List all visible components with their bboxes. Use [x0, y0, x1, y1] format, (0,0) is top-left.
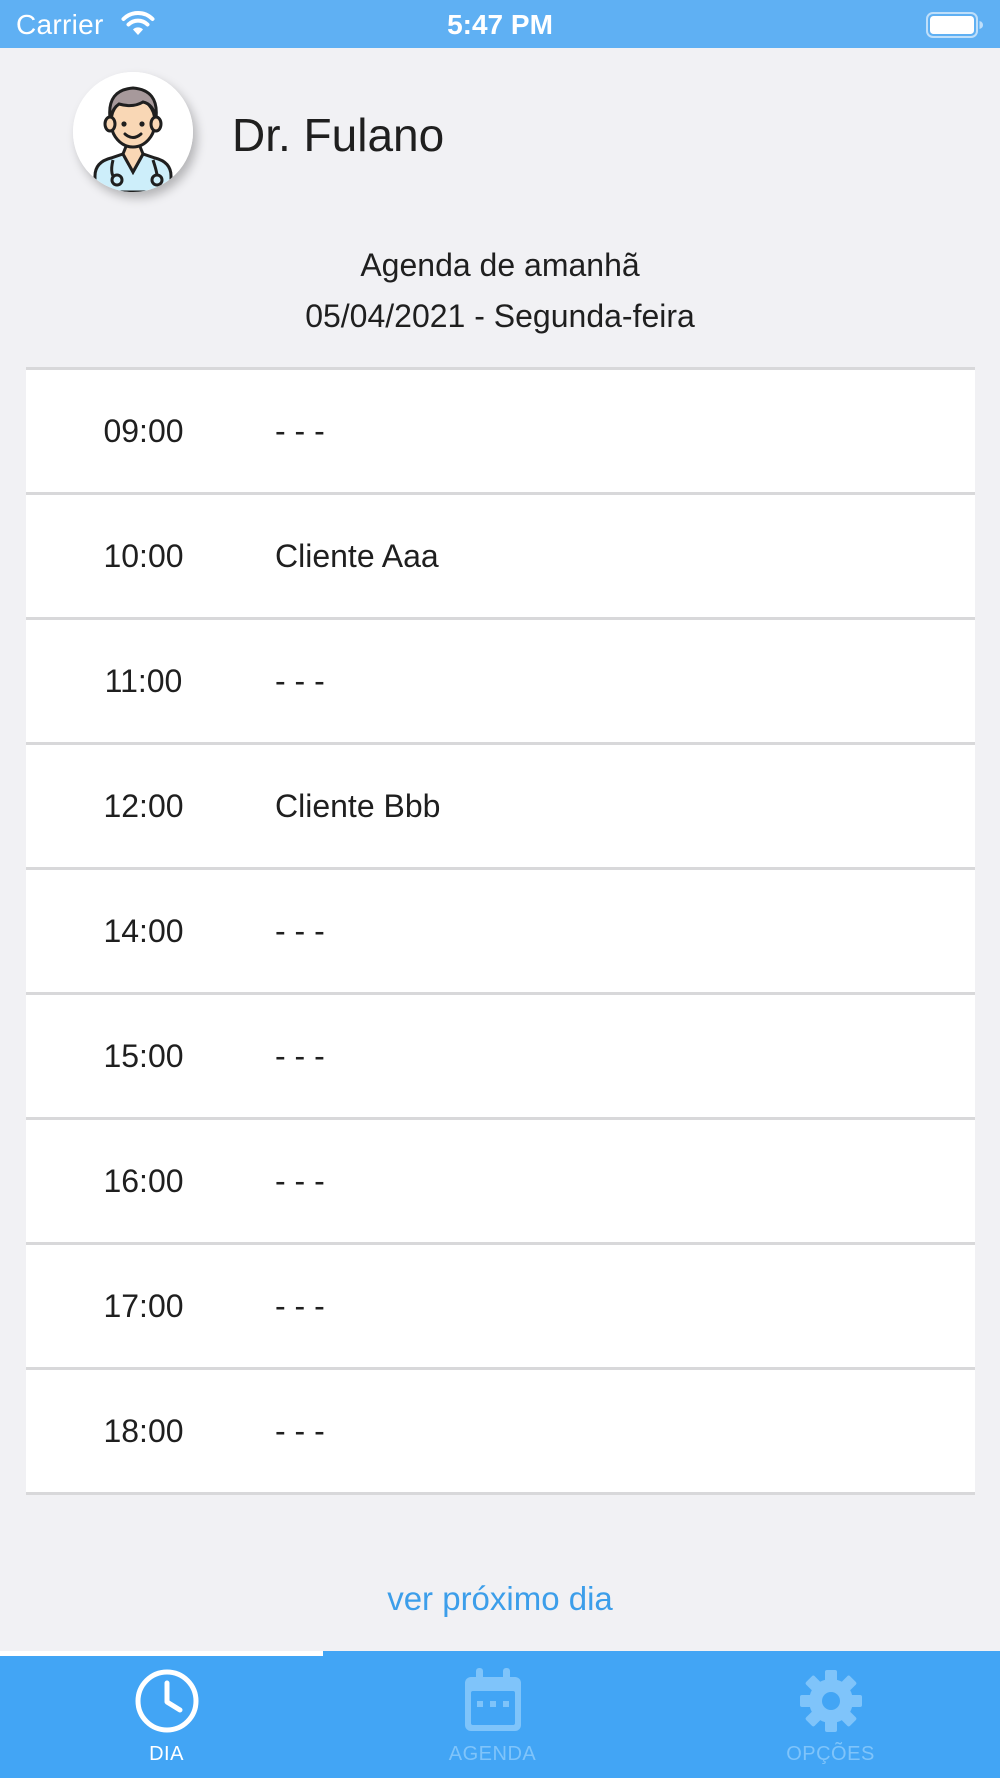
schedule-row[interactable]: 15:00 - - -	[26, 995, 975, 1120]
slot-time: 15:00	[103, 1037, 184, 1074]
slot-time: 16:00	[103, 1162, 184, 1199]
slot-client: Cliente Bbb	[275, 787, 441, 824]
tab-agenda-label: AGENDA	[448, 1743, 537, 1765]
slot-client: - - -	[275, 1287, 325, 1324]
slot-time: 11:00	[104, 662, 183, 699]
tab-agenda[interactable]: AGENDA	[326, 1651, 659, 1778]
schedule-row[interactable]: 09:00 - - -	[26, 370, 975, 495]
profile-header: Dr. Fulano	[0, 48, 1000, 208]
slot-time: 09:00	[103, 412, 184, 449]
schedule-row[interactable]: 14:00 - - -	[26, 870, 975, 995]
slot-time: 12:00	[103, 787, 184, 824]
schedule-row[interactable]: 16:00 - - -	[26, 1120, 975, 1245]
tab-dia-label: DIA	[149, 1743, 184, 1765]
slot-time: 18:00	[103, 1412, 184, 1449]
slot-client: Cliente Aaa	[275, 537, 439, 574]
gear-icon	[798, 1665, 864, 1737]
slot-client: - - -	[275, 1162, 325, 1199]
battery-icon	[926, 12, 984, 43]
tab-opcoes[interactable]: OPÇÕES	[664, 1651, 997, 1778]
tab-dia[interactable]: DIA	[0, 1651, 333, 1778]
slot-client: - - -	[275, 662, 325, 699]
schedule-row[interactable]: 12:00 Cliente Bbb	[26, 745, 975, 870]
slot-client: - - -	[275, 912, 325, 949]
clock-icon	[134, 1665, 200, 1737]
agenda-title: Agenda de amanhã	[360, 247, 640, 283]
schedule-row[interactable]: 11:00 - - -	[26, 620, 975, 745]
next-day-link[interactable]: ver próximo dia	[0, 1580, 1000, 1618]
doctor-avatar-icon	[73, 72, 193, 192]
calendar-icon	[462, 1665, 524, 1737]
status-time: 5:47 PM	[447, 9, 553, 40]
slot-time: 17:00	[103, 1287, 184, 1324]
doctor-name: Dr. Fulano	[232, 109, 445, 161]
schedule-row[interactable]: 10:00 Cliente Aaa	[26, 495, 975, 620]
tab-bar: DIA AGENDA OPÇÕES	[0, 1651, 1000, 1778]
slot-time: 14:00	[103, 912, 184, 949]
tab-opcoes-label: OPÇÕES	[786, 1743, 875, 1765]
schedule-row[interactable]: 17:00 - - -	[26, 1245, 975, 1370]
slot-client: - - -	[275, 1037, 325, 1074]
slot-client: - - -	[275, 412, 325, 449]
schedule-row[interactable]: 18:00 - - -	[26, 1370, 975, 1495]
agenda-date: 05/04/2021 - Segunda-feira	[305, 298, 695, 334]
slot-client: - - -	[275, 1412, 325, 1449]
slot-time: 10:00	[103, 537, 184, 574]
status-bar: Carrier 5:47 PM	[0, 0, 1000, 48]
schedule-list: 09:00 - - - 10:00 Cliente Aaa 11:00 - - …	[26, 367, 975, 1495]
